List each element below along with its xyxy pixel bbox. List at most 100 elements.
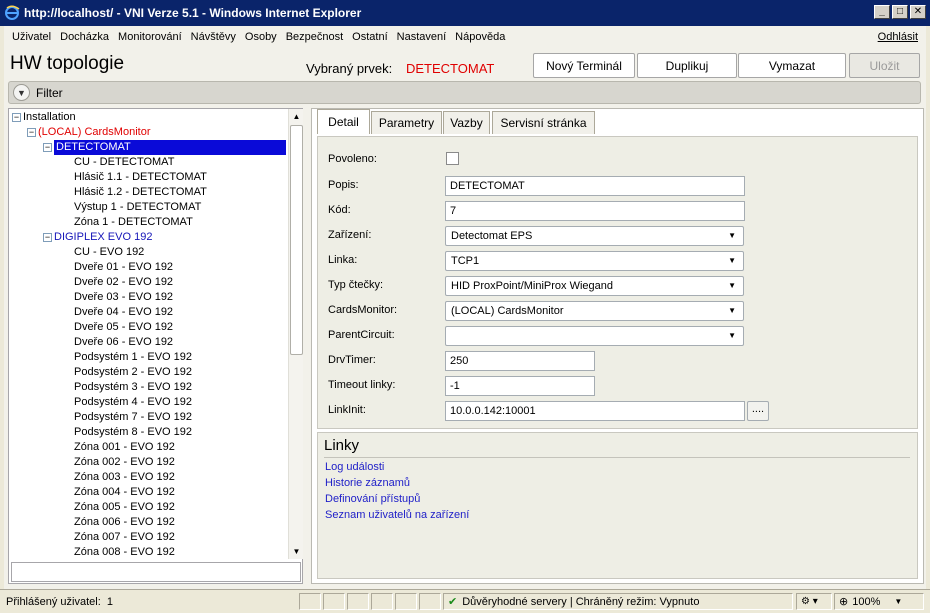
- description-label: Popis:: [328, 179, 359, 191]
- menu-item-osoby[interactable]: Osoby: [245, 31, 277, 43]
- zoom-control[interactable]: ⊕ 100% ▼: [834, 593, 924, 610]
- tree-scrollbar[interactable]: ▲ ▼: [288, 109, 303, 559]
- linkinit-input[interactable]: 10.0.0.142:10001: [445, 401, 745, 421]
- menu-item-bezpecnost[interactable]: Bezpečnost: [286, 31, 343, 43]
- cardsmonitor-value: (LOCAL) CardsMonitor: [451, 305, 564, 317]
- tab-detail[interactable]: Detail: [317, 109, 370, 134]
- duplicate-button[interactable]: Duplikuj: [637, 53, 737, 78]
- status-protected-mode[interactable]: ⚙ ▾: [796, 593, 832, 610]
- scroll-up-icon[interactable]: ▲: [289, 109, 304, 124]
- menu-item-napoveda[interactable]: Nápověda: [455, 31, 505, 43]
- device-select[interactable]: Detectomat EPS ▼: [445, 226, 744, 246]
- collapse-icon[interactable]: −: [43, 142, 52, 152]
- filter-label: Filter: [36, 85, 63, 100]
- tree-item[interactable]: Podsystém 8 - EVO 192: [74, 425, 192, 440]
- settings-icon: ⚙ ▾: [801, 596, 818, 607]
- tree-node-installation[interactable]: − Installation: [12, 110, 76, 125]
- tree-item[interactable]: Dveře 03 - EVO 192: [74, 290, 173, 305]
- reader-type-label: Typ čtečky:: [328, 279, 384, 291]
- status-security-zone[interactable]: ✔ Důvěryhodné servery | Chráněný režim: …: [443, 593, 793, 610]
- menu-item-navstevy[interactable]: Návštěvy: [191, 31, 236, 43]
- tree-item[interactable]: Dveře 05 - EVO 192: [74, 320, 173, 335]
- timeout-label: Timeout linky:: [328, 379, 396, 391]
- tree-item[interactable]: Dveře 04 - EVO 192: [74, 305, 173, 320]
- window-titlebar: http://localhost/ - VNI Verze 5.1 - Wind…: [0, 0, 930, 26]
- line-select[interactable]: TCP1 ▼: [445, 251, 744, 271]
- zoom-icon: ⊕: [839, 596, 849, 608]
- code-input[interactable]: 7: [445, 201, 745, 221]
- tree-item[interactable]: Hlásič 1.2 - DETECTOMAT: [74, 185, 207, 200]
- timeout-input[interactable]: -1: [445, 376, 595, 396]
- tree-item[interactable]: Zóna 002 - EVO 192: [74, 455, 175, 470]
- tree-item[interactable]: Podsystém 1 - EVO 192: [74, 350, 192, 365]
- link-event-log[interactable]: Log události: [325, 461, 384, 473]
- cardsmonitor-select[interactable]: (LOCAL) CardsMonitor ▼: [445, 301, 744, 321]
- description-input[interactable]: DETECTOMAT: [445, 176, 745, 196]
- new-terminal-button[interactable]: Nový Terminál: [533, 53, 635, 78]
- chevron-down-icon[interactable]: ▼: [13, 84, 30, 101]
- tree-node-cardsmonitor[interactable]: − (LOCAL) CardsMonitor: [27, 125, 150, 140]
- window-title: http://localhost/ - VNI Verze 5.1 - Wind…: [24, 6, 362, 20]
- tree-item[interactable]: Zóna 007 - EVO 192: [74, 530, 175, 545]
- menu-item-uzivatel[interactable]: Uživatel: [12, 31, 51, 43]
- chevron-down-icon: ▼: [728, 256, 736, 265]
- tree-item[interactable]: Dveře 06 - EVO 192: [74, 335, 173, 350]
- minimize-button[interactable]: _: [874, 5, 890, 19]
- code-label: Kód:: [328, 204, 351, 216]
- tree-item[interactable]: Zóna 001 - EVO 192: [74, 440, 175, 455]
- collapse-icon[interactable]: −: [43, 232, 52, 242]
- tree-item[interactable]: Hlásič 1.1 - DETECTOMAT: [74, 170, 207, 185]
- tree-item[interactable]: Zóna 004 - EVO 192: [74, 485, 175, 500]
- tree-node-digiplex[interactable]: − DIGIPLEX EVO 192: [43, 230, 152, 245]
- close-button[interactable]: ✕: [910, 5, 926, 19]
- drvtimer-input[interactable]: 250: [445, 351, 595, 371]
- linkinit-label: LinkInit:: [328, 404, 366, 416]
- device-select-value: Detectomat EPS: [451, 230, 533, 242]
- link-device-users[interactable]: Seznam uživatelů na zařízení: [325, 509, 469, 521]
- tab-vazby[interactable]: Vazby: [443, 111, 490, 134]
- collapse-icon[interactable]: −: [12, 112, 21, 122]
- tree-item[interactable]: Zóna 003 - EVO 192: [74, 470, 175, 485]
- collapse-icon[interactable]: −: [27, 127, 36, 137]
- menu-item-dochazka[interactable]: Docházka: [60, 31, 109, 43]
- tree-item[interactable]: Zóna 006 - EVO 192: [74, 515, 175, 530]
- page-title: HW topologie: [10, 53, 125, 74]
- scroll-down-icon[interactable]: ▼: [289, 544, 304, 559]
- save-button[interactable]: Uložit: [849, 53, 920, 78]
- tree-item[interactable]: Zóna 008 - EVO 192: [74, 545, 175, 559]
- tree-item[interactable]: Podsystém 4 - EVO 192: [74, 395, 192, 410]
- status-user: Přihlášený uživatel: 1: [2, 593, 297, 610]
- link-access-definition[interactable]: Definování přístupů: [325, 493, 420, 505]
- tab-parametry[interactable]: Parametry: [371, 111, 442, 134]
- tree-item[interactable]: CU - DETECTOMAT: [74, 155, 174, 170]
- reader-type-select[interactable]: HID ProxPoint/MiniProx Wiegand ▼: [445, 276, 744, 296]
- tree-node-detectomat[interactable]: − DETECTOMAT: [43, 140, 286, 155]
- tree-item[interactable]: Zóna 005 - EVO 192: [74, 500, 175, 515]
- parent-circuit-select[interactable]: ▼: [445, 326, 744, 346]
- tree-item[interactable]: Podsystém 7 - EVO 192: [74, 410, 192, 425]
- main-menu: Uživatel Docházka Monitorování Návštěvy …: [4, 26, 926, 48]
- parent-circuit-label: ParentCircuit:: [328, 329, 395, 341]
- tree-search-input[interactable]: [11, 562, 301, 582]
- tree-item[interactable]: Výstup 1 - DETECTOMAT: [74, 200, 201, 215]
- tree-item[interactable]: Zóna 1 - DETECTOMAT: [74, 215, 193, 230]
- linkinit-browse-button[interactable]: ....: [747, 401, 769, 421]
- menu-item-monitorovani[interactable]: Monitorování: [118, 31, 182, 43]
- enabled-label: Povoleno:: [328, 153, 377, 165]
- tree-item[interactable]: Dveře 01 - EVO 192: [74, 260, 173, 275]
- link-record-history[interactable]: Historie záznamů: [325, 477, 410, 489]
- maximize-button[interactable]: □: [892, 5, 908, 19]
- enabled-checkbox[interactable]: [446, 152, 459, 165]
- scrollbar-thumb[interactable]: [290, 125, 303, 355]
- tab-servisni-stranka[interactable]: Servisní stránka: [492, 111, 595, 134]
- tree-item[interactable]: Dveře 02 - EVO 192: [74, 275, 173, 290]
- tree-item[interactable]: Podsystém 2 - EVO 192: [74, 365, 192, 380]
- filter-bar[interactable]: ▼ Filter: [8, 81, 921, 104]
- logout-link[interactable]: Odhlásit: [878, 31, 918, 43]
- tree-item[interactable]: CU - EVO 192: [74, 245, 144, 260]
- menu-item-ostatni[interactable]: Ostatní: [352, 31, 387, 43]
- chevron-down-icon: ▼: [728, 331, 736, 340]
- tree-item[interactable]: Podsystém 3 - EVO 192: [74, 380, 192, 395]
- menu-item-nastaveni[interactable]: Nastavení: [397, 31, 447, 43]
- delete-button[interactable]: Vymazat: [738, 53, 846, 78]
